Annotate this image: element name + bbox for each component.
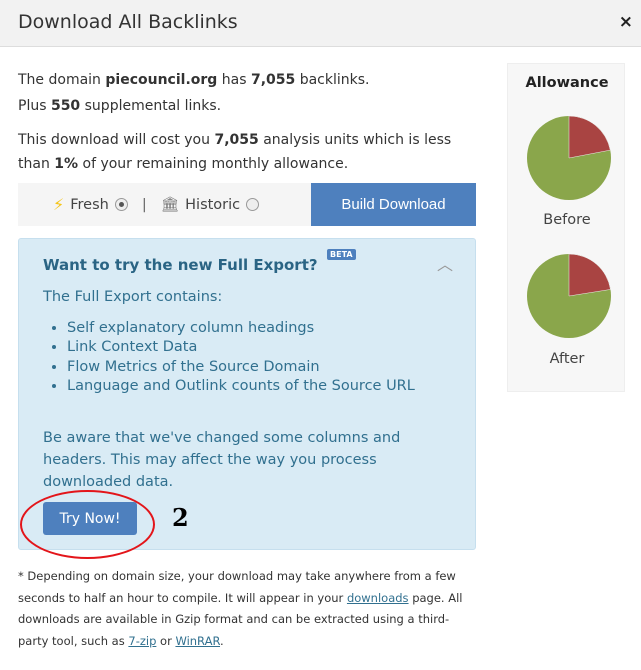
annotation-circle xyxy=(20,490,155,559)
after-label: After xyxy=(549,351,585,367)
winrar-link[interactable]: WinRAR xyxy=(175,634,220,648)
supplemental-summary: Plus 550 supplemental links. xyxy=(18,98,222,114)
allowance-title: Allowance xyxy=(525,75,609,91)
historic-label[interactable]: Historic xyxy=(185,197,240,213)
panel-heading: Want to try the new Full Export? xyxy=(43,256,318,274)
fresh-label[interactable]: Fresh xyxy=(70,197,109,213)
before-pie-chart xyxy=(527,116,611,200)
panel-warning: Be aware that we've changed some columns… xyxy=(43,430,401,490)
before-label: Before xyxy=(543,212,591,228)
download-type-options: ⚡ Fresh | 🏛 Historic xyxy=(18,183,311,226)
pie-slice-used xyxy=(568,254,611,297)
panel-intro: The Full Export contains: xyxy=(43,289,223,305)
7zip-link[interactable]: 7-zip xyxy=(128,634,156,648)
list-item: Link Context Data xyxy=(67,338,427,357)
domain-summary: The domain piecouncil.org has 7,055 back… xyxy=(18,72,370,88)
dialog-title: Download All Backlinks xyxy=(18,11,238,33)
allowance-panel: Allowance Before After xyxy=(507,63,625,392)
annotation-number: 2 xyxy=(172,503,189,532)
separator: | xyxy=(141,196,147,213)
build-download-button[interactable]: Build Download xyxy=(311,183,476,226)
fresh-radio[interactable] xyxy=(114,198,128,211)
downloads-link[interactable]: downloads xyxy=(347,591,409,605)
close-icon[interactable]: × xyxy=(619,12,633,32)
cost-summary: This download will cost you 7,055 analys… xyxy=(18,132,452,172)
list-item: Language and Outlink counts of the Sourc… xyxy=(67,377,427,396)
beta-badge: BETA xyxy=(327,249,356,260)
footer-note: * Depending on domain size, your downloa… xyxy=(18,569,463,648)
historic-radio[interactable] xyxy=(246,198,260,211)
list-item: Self explanatory column headings xyxy=(67,319,427,338)
chevron-up-icon[interactable]: ︿ xyxy=(437,251,453,275)
bank-icon: 🏛 xyxy=(160,197,180,213)
after-pie-chart xyxy=(527,254,611,338)
feature-list: Self explanatory column headings Link Co… xyxy=(67,319,427,396)
dialog-header: Download All Backlinks × xyxy=(0,0,641,47)
list-item: Flow Metrics of the Source Domain xyxy=(67,358,427,377)
lightning-icon: ⚡ xyxy=(53,195,65,214)
